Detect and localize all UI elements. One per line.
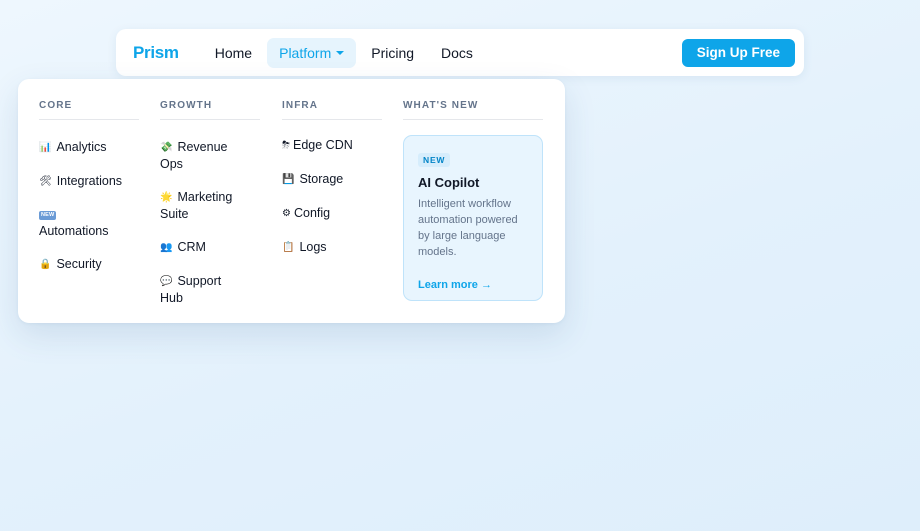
nav-platform[interactable]: Platform [267, 37, 357, 68]
menu-column-core: CORE 📊 Analytics 🛠 Integrations NEW Automat… [39, 100, 139, 290]
menu-item-label: Security [56, 257, 102, 271]
brand-logo[interactable]: Prism [133, 43, 179, 63]
menu-item-marketing-suite[interactable]: 🌟 Marketing Suite [160, 189, 245, 222]
clipboard-icon: 📋 [282, 242, 295, 253]
column-links: 📊 Analytics 🛠 Integrations NEW Automations … [39, 139, 139, 273]
column-title: GROWTH [160, 100, 260, 120]
menu-item-label: Analytics [56, 140, 107, 154]
top-navbar: Prism Home Platform Pricing Docs Sign Up… [116, 29, 804, 76]
chevron-down-icon [336, 51, 345, 55]
column-title: INFRA [282, 100, 382, 120]
menu-item-crm[interactable]: 👥 CRM [160, 239, 260, 256]
column-links: 💸 Revenue Ops 🌟 Marketing Suite 👥 CRM 💬 Supp… [160, 139, 260, 306]
bar-chart-icon: 📊 [39, 142, 52, 153]
platform-mega-menu: CORE 📊 Analytics 🛠 Integrations NEW Automat… [18, 79, 565, 323]
lock-icon: 🔒 [39, 259, 52, 270]
menu-item-label: Logs [299, 240, 327, 254]
feature-description: Intelligent workflow automation powered … [418, 198, 518, 258]
menu-item-support-hub[interactable]: 💬 Support Hub [160, 273, 240, 306]
menu-column-infra: INFRA ⛈ Edge CDN 💾 Storage ⚙ Config 📋 Logs [282, 100, 382, 273]
menu-item-integrations[interactable]: 🛠 Integrations [39, 173, 139, 190]
nav-docs[interactable]: Docs [429, 38, 485, 68]
chat-icon: 💬 [160, 276, 173, 287]
nav-home[interactable]: Home [203, 38, 264, 68]
nav-pricing[interactable]: Pricing [359, 38, 426, 68]
menu-item-label: Edge CDN [293, 138, 353, 152]
new-badge-icon: NEW [39, 211, 57, 220]
menu-item-logs[interactable]: 📋 Logs [282, 239, 382, 256]
menu-item-label: CRM [177, 240, 206, 254]
menu-item-storage[interactable]: 💾 Storage [282, 171, 382, 188]
people-icon: 👥 [160, 242, 173, 253]
column-title: WHAT'S NEW [403, 100, 543, 120]
menu-item-label: Storage [299, 172, 344, 186]
sign-up-button[interactable]: Sign Up Free [681, 38, 795, 67]
learn-more-link[interactable]: Learn more → [418, 279, 528, 291]
new-badge: NEW [418, 153, 451, 167]
column-title: CORE [39, 100, 139, 120]
money-icon: 💸 [160, 142, 173, 153]
feature-card-ai-copilot[interactable]: NEW AI Copilot Intelligent workflow auto… [403, 135, 543, 301]
star-icon: 🌟 [160, 192, 173, 203]
menu-item-security[interactable]: 🔒 Security [39, 256, 139, 273]
menu-item-label: Automations [39, 224, 109, 238]
menu-item-revenue-ops[interactable]: 💸 Revenue Ops [160, 139, 240, 172]
menu-item-automations[interactable]: NEW Automations [39, 207, 139, 239]
gear-icon: ⚙ [282, 208, 291, 219]
nav-platform-label: Platform [279, 44, 332, 61]
menu-item-edge-cdn[interactable]: ⛈ Edge CDN [282, 137, 382, 154]
column-links: ⛈ Edge CDN 💾 Storage ⚙ Config 📋 Logs [282, 137, 382, 256]
disk-icon: 💾 [282, 174, 295, 185]
feature-title: AI Copilot [418, 175, 480, 190]
menu-item-label: Config [293, 206, 331, 220]
tools-icon: 🛠 [39, 176, 52, 187]
menu-item-analytics[interactable]: 📊 Analytics [39, 139, 139, 156]
menu-item-label: Integrations [56, 174, 123, 188]
menu-column-whats-new: WHAT'S NEW [403, 100, 543, 120]
cloud-icon: ⛈ [282, 140, 290, 151]
menu-item-config[interactable]: ⚙ Config [282, 205, 382, 222]
menu-column-growth: GROWTH 💸 Revenue Ops 🌟 Marketing Suite 👥 CR… [160, 100, 260, 323]
